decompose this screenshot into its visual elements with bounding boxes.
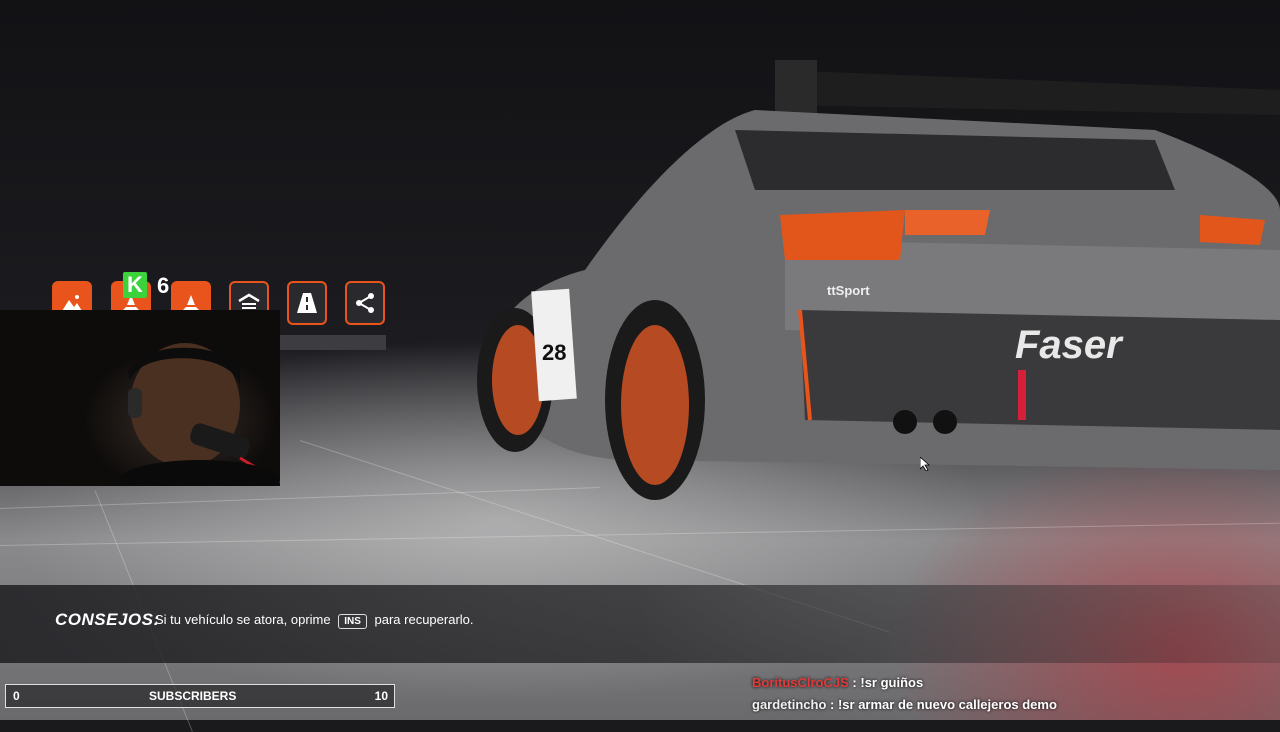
car-sponsor: ttSport bbox=[827, 283, 870, 298]
tips-text-before: Si tu vehículo se atora, oprime bbox=[155, 612, 331, 627]
road-icon[interactable] bbox=[287, 281, 327, 325]
tips-title: CONSEJOS: bbox=[55, 610, 160, 629]
tips-text-after: para recuperarlo. bbox=[374, 612, 474, 627]
chat-username: BoritusClroCJS bbox=[752, 675, 849, 690]
mouse-cursor-icon bbox=[920, 457, 930, 471]
chat-text: : !sr armar de nuevo callejeros demo bbox=[830, 697, 1057, 712]
race-car: 28 Faser ttSport bbox=[455, 50, 1280, 530]
chat-message: BoritusClroCJS : !sr guiños bbox=[752, 672, 1057, 694]
chat-overlay: BoritusClroCJS : !sr guiños gardetincho … bbox=[752, 672, 1057, 716]
share-icon[interactable] bbox=[345, 281, 385, 325]
tips-text: Si tu vehículo se atora, oprime INS para… bbox=[155, 612, 474, 629]
subscriber-goal: 10 bbox=[374, 689, 388, 703]
car-livery: Faser bbox=[1015, 323, 1124, 367]
subscriber-current: 0 bbox=[13, 689, 20, 703]
kick-logo: K bbox=[123, 272, 147, 298]
subscriber-label: SUBSCRIBERS bbox=[149, 689, 237, 703]
subscriber-goal-bar: 0 SUBSCRIBERS 10 bbox=[5, 684, 395, 708]
chat-message: gardetincho : !sr armar de nuevo calleje… bbox=[752, 694, 1057, 716]
webcam-overlay bbox=[0, 310, 280, 486]
kick-count: 6 bbox=[157, 273, 170, 298]
chat-username: gardetincho bbox=[752, 697, 827, 712]
car-number: 28 bbox=[542, 340, 566, 365]
chat-text: : !sr guiños bbox=[852, 675, 924, 690]
toolbar-underline bbox=[280, 335, 386, 350]
key-cap-ins: INS bbox=[338, 614, 367, 629]
